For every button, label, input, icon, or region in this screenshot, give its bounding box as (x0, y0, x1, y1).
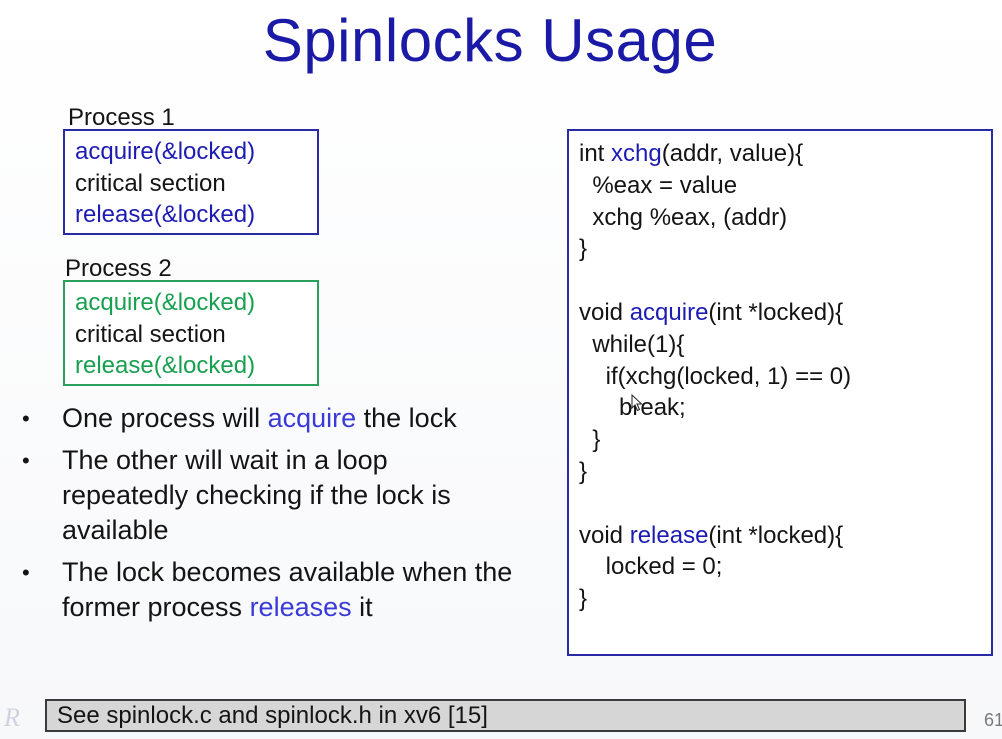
bullet-marker: • (22, 560, 30, 585)
svg-text:R: R (3, 703, 20, 732)
code-line: } (579, 457, 588, 485)
xchg-keyword: xchg (611, 140, 662, 167)
process-2-label: Process 2 (65, 255, 172, 282)
process-1-critical-section: critical section (75, 169, 226, 197)
process-2-critical-section: critical section (75, 320, 226, 348)
code-line: if(xchg(locked, 1) == 0) (579, 362, 852, 390)
bullet-item: • The other will wait in a loop repeated… (20, 443, 520, 548)
watermark-logo-icon: R (3, 703, 20, 732)
process-1-acquire: acquire(&locked) (75, 138, 256, 165)
bullet-text: One process will acquire the lock (62, 403, 457, 433)
bullet-item: • One process will acquire the lock (20, 401, 520, 436)
bullet-text: The lock becomes available when the form… (62, 557, 513, 622)
page-number: 61 (984, 710, 1002, 730)
bullet-item: • The lock becomes available when the fo… (20, 555, 520, 625)
acquire-highlight: acquire (267, 403, 357, 433)
code-box: int xchg(addr, value){ %eax = value xchg… (567, 129, 993, 656)
code-line: } (579, 235, 588, 263)
process-1-box: acquire(&locked) critical section releas… (63, 129, 319, 235)
process-2-release: release(&locked) (75, 352, 256, 379)
code-line: } (579, 585, 588, 613)
mouse-cursor-icon (631, 394, 643, 412)
bullet-marker: • (22, 448, 30, 473)
bullet-marker: • (22, 406, 30, 431)
footer-reference-box: See spinlock.c and spinlock.h in xv6 [15… (45, 699, 966, 732)
acquire-keyword: acquire (629, 298, 709, 326)
code-line: void release(int *locked){ (579, 521, 844, 549)
bullet-list: • One process will acquire the lock • Th… (20, 401, 520, 632)
code-line: while(1){ (579, 330, 685, 358)
bullet-text: The other will wait in a loop repeatedly… (62, 445, 451, 545)
code-line: xchg %eax, (addr) (579, 203, 788, 231)
code-line: void acquire(int *locked){ (579, 298, 844, 326)
code-line: locked = 0; (579, 553, 723, 581)
process-2-acquire: acquire(&locked) (75, 289, 256, 316)
code-line: } (579, 426, 601, 454)
slide-title: Spinlocks Usage (262, 7, 718, 74)
process-1-label: Process 1 (68, 104, 175, 131)
process-1-release: release(&locked) (75, 201, 256, 228)
releases-highlight: releases (249, 592, 352, 622)
release-keyword: release (629, 521, 709, 549)
process-2-box: acquire(&locked) critical section releas… (63, 280, 319, 386)
code-line: %eax = value (579, 171, 738, 199)
code-line: int xchg(addr, value){ (579, 140, 804, 167)
